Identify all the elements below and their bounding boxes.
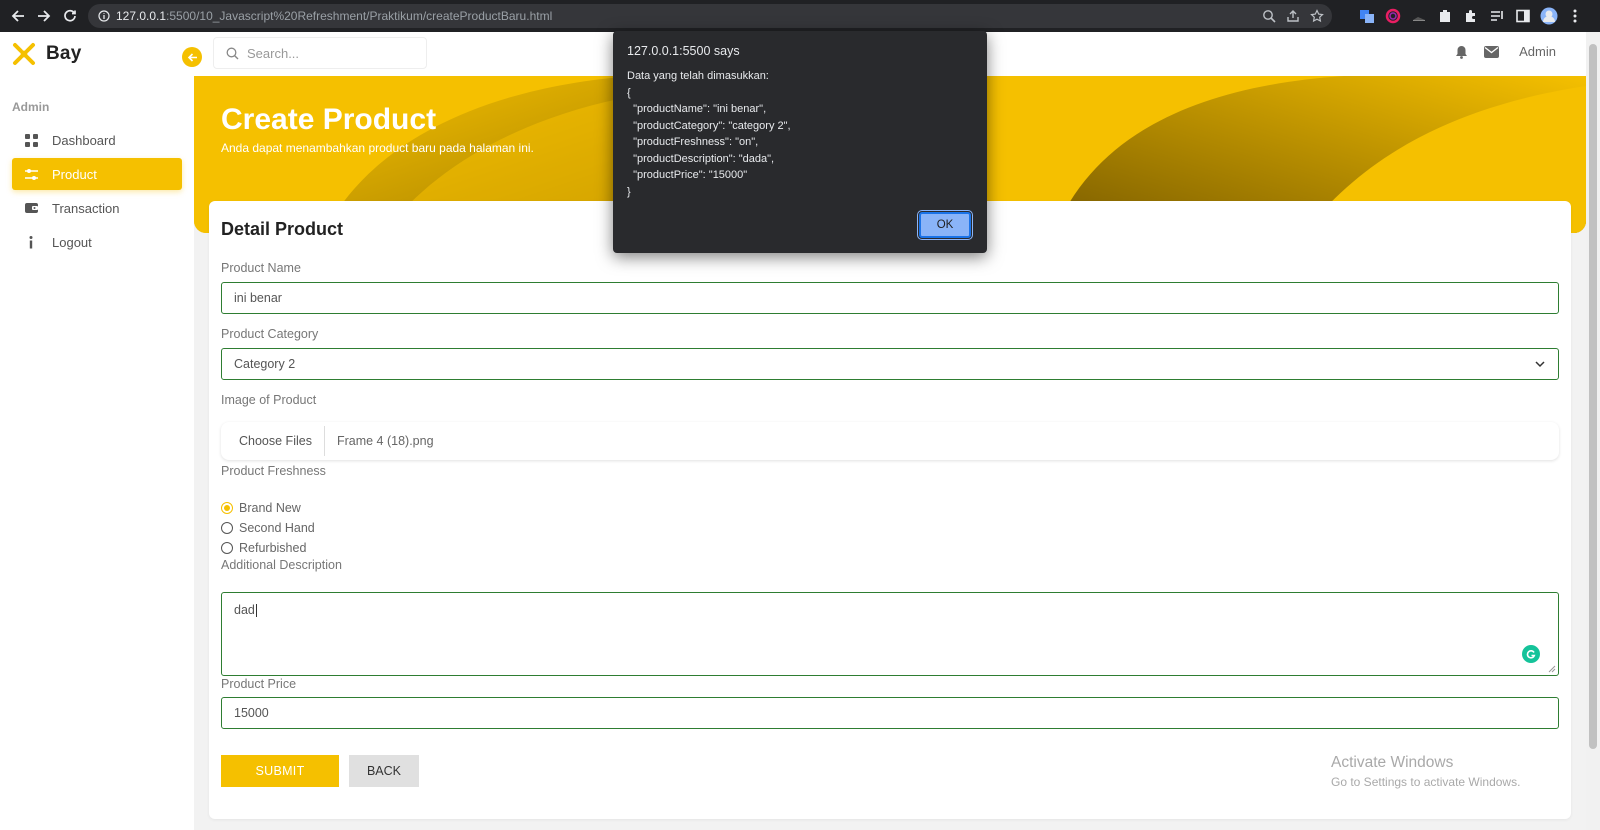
search-box[interactable] xyxy=(213,37,427,69)
reading-list-icon[interactable] xyxy=(1488,7,1506,25)
description-value: dad xyxy=(234,603,255,617)
freshness-radio-group: Brand New Second Hand Refurbished xyxy=(221,498,315,558)
dialog-title: 127.0.0.1:5500 says xyxy=(627,44,740,58)
selected-file-name: Frame 4 (18).png xyxy=(336,434,434,448)
alert-dialog: 127.0.0.1:5500 says Data yang telah dima… xyxy=(613,31,987,253)
description-textarea[interactable]: dad xyxy=(221,592,1559,676)
ring-extension-icon[interactable] xyxy=(1384,7,1402,25)
clipboard-extension-icon[interactable] xyxy=(1436,7,1454,25)
search-input[interactable] xyxy=(247,45,407,61)
submit-button[interactable]: SUBMIT xyxy=(221,755,339,787)
back-button[interactable]: BACK xyxy=(349,755,419,787)
sidebar-item-label: Product xyxy=(52,166,97,182)
sidebar-item-label: Transaction xyxy=(52,200,120,216)
arrow-left-icon xyxy=(187,52,198,63)
zoom-icon[interactable] xyxy=(1262,9,1276,23)
page-scrollbar[interactable] xyxy=(1586,32,1600,830)
dialog-ok-button[interactable]: OK xyxy=(917,210,973,240)
back-arrow-icon[interactable] xyxy=(5,0,31,32)
description-label: Additional Description xyxy=(221,558,342,572)
price-value: 15000 xyxy=(234,706,269,720)
sidebar-item-logout[interactable]: Logout xyxy=(12,226,182,258)
radio-second-hand[interactable]: Second Hand xyxy=(221,518,315,538)
sidebar-item-label: Logout xyxy=(52,234,92,250)
user-menu[interactable]: Admin xyxy=(1519,44,1556,59)
sidebar-item-label: Dashboard xyxy=(52,132,116,148)
product-category-value: Category 2 xyxy=(234,357,296,371)
profile-avatar-icon[interactable] xyxy=(1540,7,1558,25)
sidebar-menu: Dashboard Product Transaction Logout xyxy=(12,124,182,260)
product-freshness-label: Product Freshness xyxy=(221,464,326,478)
product-name-input[interactable]: ini benar xyxy=(221,282,1559,314)
sidebar-item-dashboard[interactable]: Dashboard xyxy=(12,124,182,156)
forward-arrow-icon[interactable] xyxy=(31,0,57,32)
sliders-icon xyxy=(24,167,38,181)
product-name-label: Product Name xyxy=(221,261,301,275)
radio-refurbished[interactable]: Refurbished xyxy=(221,538,315,558)
radio-unchecked-icon xyxy=(221,522,233,534)
form-title: Detail Product xyxy=(221,219,344,239)
watermark-title: Activate Windows xyxy=(1331,754,1454,771)
chevron-down-icon xyxy=(1534,358,1546,370)
dialog-message: Data yang telah dimasukkan: { "productNa… xyxy=(627,70,791,198)
price-label: Product Price xyxy=(221,677,297,691)
site-info-icon[interactable] xyxy=(98,10,110,22)
logo-icon xyxy=(12,42,36,66)
price-input[interactable]: 15000 xyxy=(221,697,1559,729)
grammarly-icon[interactable] xyxy=(1522,645,1540,663)
side-panel-icon[interactable] xyxy=(1514,7,1532,25)
browser-toolbar: 127.0.0.1:5500/10_Javascript%20Refreshme… xyxy=(0,0,1600,32)
url-text: 127.0.0.1:5500/10_Javascript%20Refreshme… xyxy=(116,9,553,23)
brand-name: Bay xyxy=(46,43,82,64)
image-label: Image of Product xyxy=(221,393,317,407)
radio-label: Second Hand xyxy=(239,521,315,535)
radio-label: Brand New xyxy=(239,501,301,515)
radio-brand-new[interactable]: Brand New xyxy=(221,498,315,518)
scrollbar-thumb[interactable] xyxy=(1589,44,1597,749)
search-icon xyxy=(226,47,239,60)
page-subtitle: Anda dapat menambahkan product baru pada… xyxy=(221,141,534,155)
envelope-icon[interactable] xyxy=(1484,45,1500,58)
sidebar-item-product[interactable]: Product xyxy=(12,158,182,190)
image-file-input[interactable]: Choose Files Frame 4 (18).png xyxy=(221,422,1559,460)
product-category-label: Product Category xyxy=(221,327,319,341)
product-name-value: ini benar xyxy=(234,291,282,305)
address-bar[interactable]: 127.0.0.1:5500/10_Javascript%20Refreshme… xyxy=(88,4,1332,28)
info-icon xyxy=(24,235,38,249)
brand[interactable]: Bay xyxy=(12,42,81,66)
bell-icon[interactable] xyxy=(1455,45,1468,59)
translate-extension-icon[interactable] xyxy=(1358,7,1376,25)
bookmark-star-icon[interactable] xyxy=(1310,9,1324,23)
sidebar: Bay Admin Dashboard Product Transaction … xyxy=(0,32,194,830)
wallet-icon xyxy=(24,201,38,215)
sidebar-section-label: Admin xyxy=(12,100,50,114)
watermark-subtitle: Go to Settings to activate Windows. xyxy=(1331,775,1521,789)
sidebar-toggle-button[interactable] xyxy=(182,47,202,67)
dark-mode-extension-icon[interactable] xyxy=(1410,7,1428,25)
activate-windows-watermark: Activate Windows Go to Settings to activ… xyxy=(1331,754,1520,789)
radio-label: Refurbished xyxy=(239,541,307,555)
grid-icon xyxy=(24,133,38,147)
browser-menu-icon[interactable] xyxy=(1566,7,1584,25)
page-title: Create Product xyxy=(221,103,437,136)
share-icon[interactable] xyxy=(1286,9,1300,23)
extensions-puzzle-icon[interactable] xyxy=(1462,7,1480,25)
resize-grip-icon[interactable] xyxy=(1548,665,1556,673)
sidebar-item-transaction[interactable]: Transaction xyxy=(12,192,182,224)
reload-icon[interactable] xyxy=(57,0,83,32)
choose-files-button[interactable]: Choose Files xyxy=(221,426,325,456)
product-category-select[interactable]: Category 2 xyxy=(221,348,1559,380)
radio-checked-icon xyxy=(221,502,233,514)
product-form-card: Detail Product Product Name ini benar Pr… xyxy=(209,201,1571,819)
radio-unchecked-icon xyxy=(221,542,233,554)
